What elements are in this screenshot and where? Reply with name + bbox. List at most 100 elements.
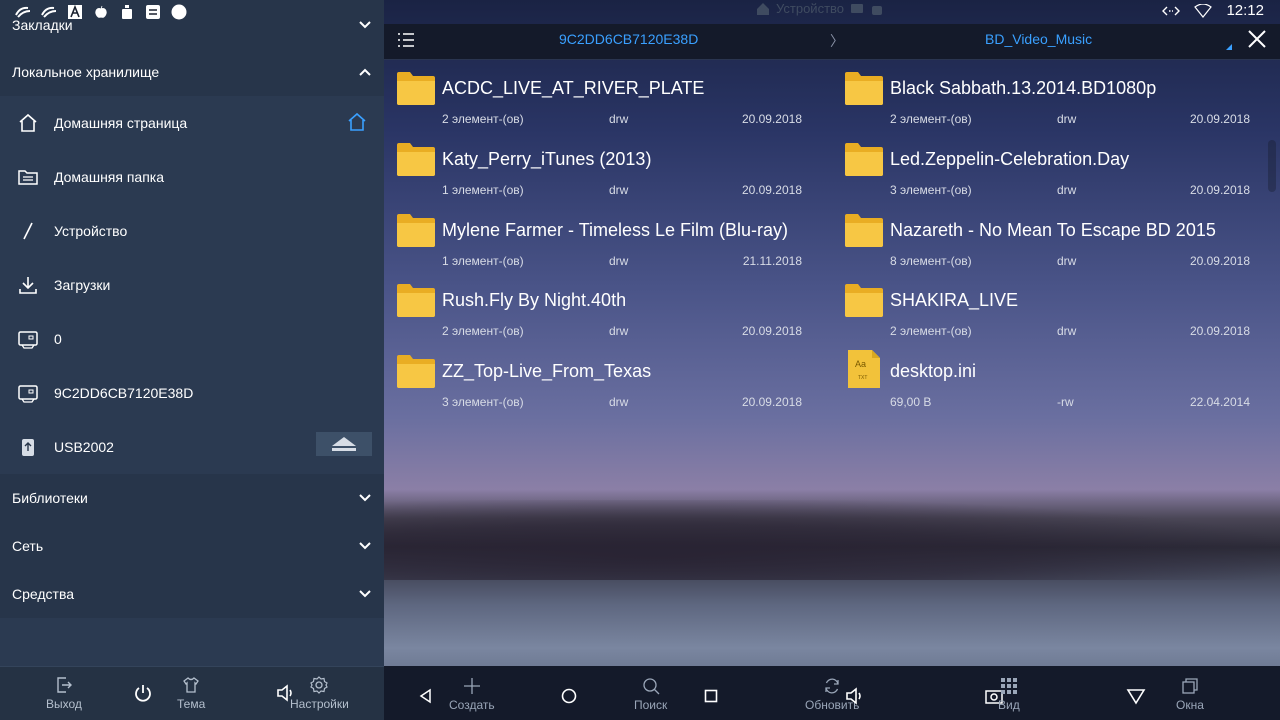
sidebar-item-label: Загрузки (54, 277, 111, 293)
nav-volume-button[interactable] (842, 684, 866, 708)
apple-icon (92, 3, 110, 21)
folder-icon (844, 282, 884, 318)
exit-button[interactable]: Выход (46, 673, 82, 711)
file-thumb-ext: TXT (858, 375, 868, 382)
refresh-icon (822, 674, 842, 698)
file-permissions: drw (609, 112, 629, 126)
file-permissions: drw (1057, 253, 1077, 268)
section-network[interactable]: Сеть (0, 522, 384, 570)
search-button[interactable]: Поиск (634, 674, 667, 712)
file-item-count: 2 элемент-(ов) (442, 324, 524, 339)
folder-item[interactable]: Black Sabbath.13.2014.BD1080p 2 элемент-(… (832, 62, 1252, 132)
down-triangle-icon (1126, 689, 1146, 705)
status-bar: Устройство 12:12 (0, 0, 1280, 24)
create-button[interactable]: Создать (449, 674, 495, 712)
sidebar-item-home-folder[interactable]: Домашняя папка (0, 150, 384, 204)
nav-home-button[interactable] (557, 684, 581, 708)
file-name: Led.Zeppelin-Celebration.Day (890, 148, 1130, 169)
chevron-up-icon (359, 68, 371, 76)
plus-icon (462, 674, 482, 698)
file-date: 20.09.2018 (1189, 253, 1250, 268)
folder-item[interactable]: ACDC_LIVE_AT_RIVER_PLATE 2 элемент-(ов) dr… (384, 62, 804, 132)
folder-icon (844, 212, 884, 248)
folder-item[interactable]: Led.Zeppelin-Celebration.Day 3 элемент-(о… (832, 133, 1252, 203)
storage-icon (14, 325, 42, 353)
search-label: Поиск (634, 698, 668, 712)
file-name: SHAKIRA_LIVE (890, 290, 1019, 311)
sidebar-item-downloads[interactable]: Загрузки (0, 258, 384, 312)
recents-square-icon (704, 689, 718, 703)
file-permissions: drw (609, 182, 629, 197)
folder-item[interactable]: Rush.Fly By Night.40th 2 элемент-(ов) drw 2… (384, 274, 804, 344)
folder-item[interactable]: Nazareth - No Mean To Escape BD 2015 8 эл… (832, 204, 1252, 274)
chevron-down-icon (359, 542, 371, 550)
folder-item[interactable]: SHAKIRA_LIVE 2 элемент-(ов) drw 20.09.2018 (832, 274, 1252, 344)
a-letter-icon (66, 3, 84, 21)
file-item[interactable]: Aa TXT desktop.ini 69,00 B -rw 22.04.2014 (832, 345, 1252, 415)
usb-icon (14, 433, 42, 461)
eject-icon (332, 437, 356, 451)
file-item-count: 3 элемент-(ов) (442, 395, 524, 410)
sidebar-item-device[interactable]: Устройство (0, 204, 384, 258)
file-date: 20.09.2018 (1189, 112, 1250, 126)
sidebar-item-storage-9c2dd6[interactable]: 9C2DD6CB7120E38D (0, 366, 384, 420)
breadcrumb-item-root[interactable]: 9C2DD6CB7120E38D (559, 31, 698, 47)
windows-icon (1180, 674, 1200, 698)
file-date: 20.09.2018 (1189, 324, 1250, 339)
windows-label: Окна (1176, 698, 1204, 712)
file-item-count: 3 элемент-(ов) (890, 182, 972, 197)
folder-item[interactable]: Mylene Farmer - Timeless Le Film (Blu-ra… (384, 204, 804, 274)
dropdown-corner-icon (1226, 44, 1232, 50)
download-icon (14, 271, 42, 299)
home-circle-icon (561, 688, 577, 704)
breadcrumb-bar: 9C2DD6CB7120E38D 〉 BD_Video_Music (384, 24, 1280, 60)
section-tools[interactable]: Средства (0, 570, 384, 618)
file-permissions: drw (609, 253, 629, 268)
breadcrumb-item-current[interactable]: BD_Video_Music (985, 31, 1092, 47)
search-icon (641, 674, 661, 698)
view-button[interactable]: Вид (998, 674, 1020, 712)
status-center-label: Устройство (776, 1, 845, 16)
scrollbar-thumb[interactable] (1268, 140, 1276, 192)
settings-button[interactable]: Настройки (290, 673, 349, 711)
file-item-count: 2 элемент-(ов) (890, 324, 972, 339)
folder-item[interactable]: Katy_Perry_iTunes (2013) 1 элемент-(ов) dr… (384, 133, 804, 203)
nav-recents-button[interactable] (699, 684, 723, 708)
set-home-icon[interactable] (346, 111, 368, 136)
folder-item[interactable]: ZZ_Top-Live_From_Texas 3 элемент-(ов) drw 2… (384, 345, 804, 415)
file-thumb-text: Aa (855, 359, 867, 370)
close-icon[interactable] (1246, 28, 1268, 50)
file-date: 20.09.2018 (741, 182, 802, 197)
file-name: ZZ_Top-Live_From_Texas (442, 361, 652, 382)
windows-button[interactable]: Окна (1176, 674, 1204, 712)
section-libraries[interactable]: Библиотеки (0, 474, 384, 522)
power-button[interactable] (132, 681, 154, 705)
section-local-storage[interactable]: Локальное хранилище (0, 48, 384, 96)
nav-hide-button[interactable] (1124, 684, 1148, 708)
bottle-icon (118, 3, 136, 21)
theme-button[interactable]: Тема (177, 673, 205, 711)
theme-label: Тема (177, 697, 206, 711)
folder-list-icon (14, 163, 42, 191)
menu-icon[interactable] (396, 30, 416, 55)
app-logo-icon (14, 3, 32, 21)
file-item-count: 2 элемент-(ов) (442, 112, 524, 126)
file-name: Nazareth - No Mean To Escape BD 2015 (890, 219, 1216, 240)
file-permissions: drw (609, 395, 629, 410)
file-item-count: 1 элемент-(ов) (442, 182, 524, 197)
sidebar-item-usb[interactable]: USB2002 (0, 420, 384, 474)
exit-icon (54, 673, 74, 697)
view-label: Вид (998, 698, 1020, 712)
file-browser-pane: 9C2DD6CB7120E38D 〉 BD_Video_Music ACDC_L… (384, 0, 1280, 720)
sidebar-item-storage-0[interactable]: 0 (0, 312, 384, 366)
message-icon (851, 3, 864, 13)
sidebar-item-home-page[interactable]: Домашняя страница (0, 96, 384, 150)
file-permissions: drw (1057, 182, 1077, 197)
section-libraries-label: Библиотеки (12, 490, 88, 506)
file-name: desktop.ini (890, 361, 977, 382)
eject-button[interactable] (316, 432, 372, 456)
file-item-count: 2 элемент-(ов) (890, 112, 972, 126)
folder-icon (844, 141, 884, 177)
file-permissions: drw (1057, 112, 1077, 126)
nav-back-button[interactable] (414, 684, 438, 708)
